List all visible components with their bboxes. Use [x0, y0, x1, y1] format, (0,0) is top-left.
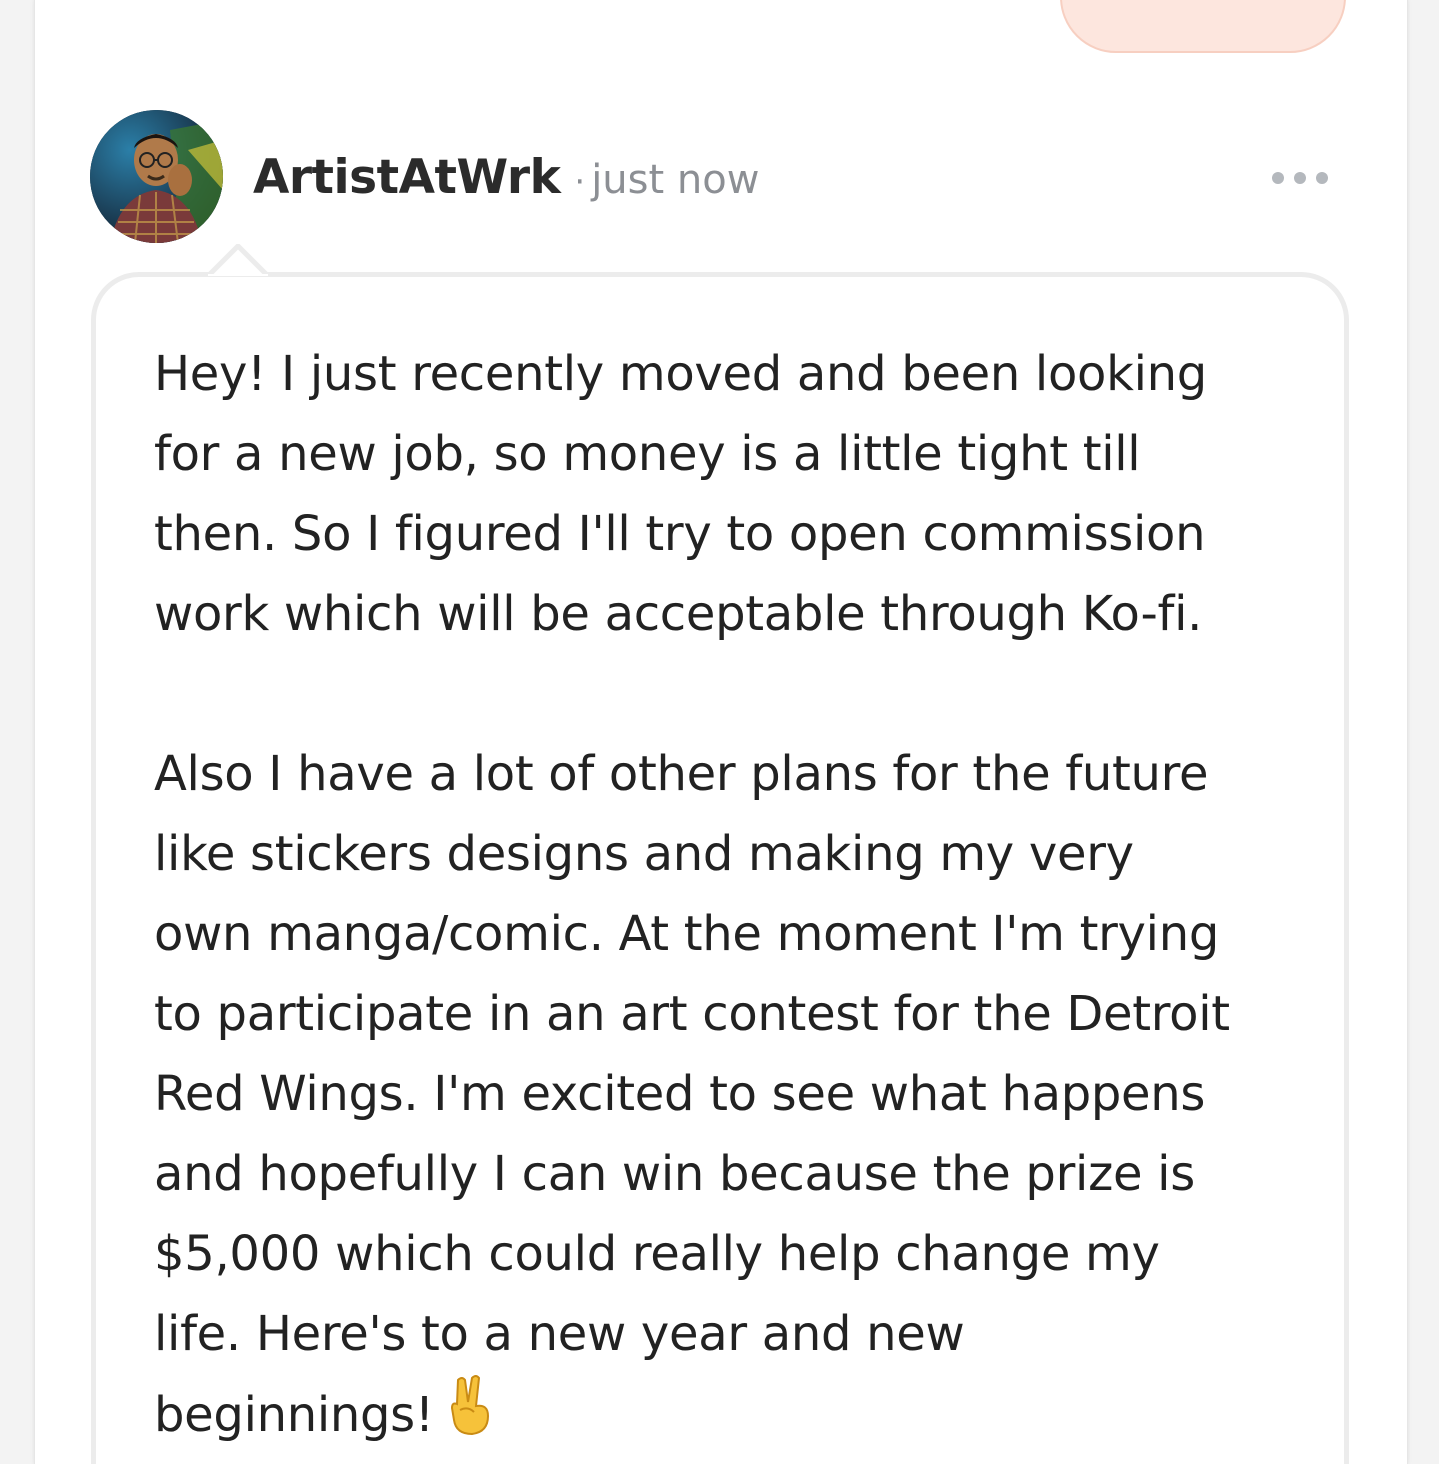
post-body: Hey! I just recently moved and been look… [154, 334, 1314, 1462]
avatar[interactable] [90, 110, 223, 243]
post-timestamp: just now [591, 157, 760, 203]
author-line: ArtistAtWrk · just now [253, 148, 759, 218]
more-horizontal-icon-dot [1316, 172, 1328, 184]
more-horizontal-icon [1272, 172, 1284, 184]
post-paragraph-1: Hey! I just recently moved and been look… [154, 346, 1207, 642]
post-paragraph-2: Also I have a lot of other plans for the… [154, 734, 1314, 1462]
page: ArtistAtWrk · just now Hey! I just recentl… [0, 0, 1439, 1464]
author-name[interactable]: ArtistAtWrk [253, 150, 561, 205]
meta-separator: · [574, 162, 586, 202]
post-paragraph-2-text: Also I have a lot of other plans for the… [154, 746, 1230, 1443]
more-horizontal-icon-dot [1294, 172, 1306, 184]
victory-hand-icon [444, 1374, 494, 1462]
post-header: ArtistAtWrk · just now [90, 110, 1340, 243]
more-options-button[interactable] [1272, 168, 1328, 188]
top-action-button[interactable] [1060, 0, 1346, 53]
bubble-tail [208, 244, 268, 276]
